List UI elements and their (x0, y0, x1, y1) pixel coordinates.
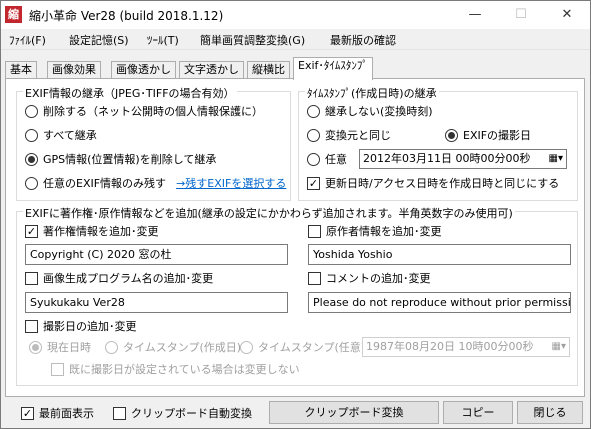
maximize-button: ☐ (515, 7, 527, 22)
timestamp-date-picker[interactable]: 2012年03月11日 00時00分00秒 ▦▾ (359, 149, 567, 169)
tab-basic[interactable]: 基本 (5, 61, 37, 79)
shoot-date-picker[interactable]: 1987年08月20日 10時00分00秒 ▦▾ (362, 337, 570, 357)
window-title: 縮小革命 Ver28 (build 2018.1.12) (29, 9, 224, 23)
tab-image-effect[interactable]: 画像効果 (47, 61, 101, 79)
copyright-input[interactable]: Copyright (C) 2020 窓の杜 (25, 244, 288, 265)
radio-circle (25, 104, 38, 118)
menu-file[interactable]: ﾌｧｲﾙ(F) (9, 32, 46, 48)
calendar-dropdown-icon[interactable]: ▦▾ (549, 152, 563, 166)
radio-no-inherit[interactable]: 継承しない(変換時刻) (307, 103, 433, 119)
app-icon: 縮 (5, 6, 22, 23)
software-checkbox[interactable]: 画像生成プログラム名の追加･変更 (25, 270, 213, 286)
clipboard-convert-button[interactable]: クリップボード変換 (269, 401, 439, 424)
tab-aspect-ratio[interactable]: 縦横比 (247, 61, 290, 79)
radio-delete-exif[interactable]: 削除する（ネット公開時の個人情報保護に） (25, 103, 263, 119)
shoot-date-checkbox[interactable]: 撮影日の追加･変更 (25, 318, 137, 334)
title-bar: 縮 縮小革命 Ver28 (build 2018.1.12) — ☐ ✕ (1, 1, 590, 29)
checkbox-checked: ✓ (21, 406, 34, 420)
main-window: 縮 縮小革命 Ver28 (build 2018.1.12) — ☐ ✕ ﾌｧｲ… (0, 0, 591, 429)
checkbox-checked: ✓ (307, 176, 320, 190)
tab-text-watermark[interactable]: 文字透かし (179, 61, 244, 79)
radio-circle (25, 176, 38, 190)
checkbox-unchecked (25, 319, 38, 333)
radio-now[interactable]: 現在日時 (29, 339, 91, 355)
radio-circle-selected (445, 128, 458, 142)
close-window-button[interactable]: ✕ (544, 1, 590, 29)
radio-ts-created[interactable]: タイムスタンプ(作成日) (105, 339, 241, 355)
shoot-date-value: 1987年08月20日 10時00分00秒 (366, 340, 534, 353)
radio-same-as-source[interactable]: 変換元と同じ (307, 127, 391, 143)
radio-arbitrary[interactable]: 任意 (307, 151, 347, 167)
timestamp-title: ﾀｲﾑｽﾀﾝﾌﾟ(作成日時)の継承 (305, 85, 439, 101)
minimize-button[interactable]: — (452, 1, 498, 29)
menu-update[interactable]: 最新版の確認 (330, 32, 396, 48)
menu-quality[interactable]: 簡単画質調整変換(G) (200, 32, 305, 48)
checkbox-unchecked (25, 271, 38, 285)
menu-tools[interactable]: ﾂｰﾙ(T) (147, 32, 179, 48)
tab-panel-exif: EXIF情報の継承（JPEG･TIFFの場合有効） 削除する（ネット公開時の個人… (5, 78, 585, 397)
author-checkbox[interactable]: 原作者情報を追加･変更 (308, 223, 442, 239)
sync-timestamps-checkbox[interactable]: ✓ 更新日時/アクセス日時を作成日時と同じにする (307, 175, 559, 191)
radio-circle (25, 128, 38, 142)
tab-image-watermark[interactable]: 画像透かし (111, 61, 176, 79)
menu-settings[interactable]: 設定記憶(S) (69, 32, 129, 48)
add-exif-group: EXIFに著作権･原作情報などを追加(継承の設定にかかわらず追加されます。半角英… (16, 205, 578, 386)
comment-checkbox[interactable]: コメントの追加･変更 (308, 270, 431, 286)
radio-inherit-all[interactable]: すべて継承 (25, 127, 97, 143)
radio-circle (307, 152, 320, 166)
radio-circle-selected-disabled (29, 340, 42, 354)
tab-strip: 基本 画像効果 画像透かし 文字透かし 縦横比 Exif･ﾀｲﾑｽﾀﾝﾌﾟ (5, 57, 585, 80)
software-input[interactable]: Syukukaku Ver28 (25, 292, 288, 313)
radio-circle-selected (25, 152, 38, 166)
menu-bar: ﾌｧｲﾙ(F) 設定記憶(S) ﾂｰﾙ(T) 簡単画質調整変換(G) 最新版の確… (1, 29, 590, 50)
radio-circle (307, 104, 320, 118)
tab-exif-timestamp[interactable]: Exif･ﾀｲﾑｽﾀﾝﾌﾟ (293, 57, 373, 80)
copy-button[interactable]: コピー (443, 401, 513, 424)
radio-circle-disabled (105, 340, 118, 354)
checkbox-unchecked (308, 224, 321, 238)
close-button[interactable]: 閉じる (517, 401, 583, 424)
radio-ts-arbitrary[interactable]: タイムスタンプ(任意) (240, 339, 365, 355)
comment-input[interactable]: Please do not reproduce without prior pe… (308, 292, 571, 313)
checkbox-unchecked (308, 271, 321, 285)
radio-remove-gps[interactable]: GPS情報(位置情報)を削除して継承 (25, 151, 216, 167)
checkbox-checked: ✓ (25, 224, 38, 238)
radio-exif-datetime[interactable]: EXIFの撮影日 (445, 127, 531, 143)
radio-circle (307, 128, 320, 142)
topmost-checkbox[interactable]: ✓ 最前面表示 (21, 405, 94, 421)
add-exif-title: EXIFに著作権･原作情報などを追加(継承の設定にかかわらず追加されます。半角英… (23, 205, 515, 221)
keep-existing-checkbox[interactable]: 既に撮影日が設定されている場合は変更しない (51, 361, 300, 377)
timestamp-group: ﾀｲﾑｽﾀﾝﾌﾟ(作成日時)の継承 継承しない(変換時刻) 変換元と同じ EXI… (298, 85, 578, 201)
radio-keep-selected[interactable]: 任意のEXIF情報のみ残す →残すEXIFを選択する (25, 175, 286, 191)
checkbox-unchecked (113, 406, 126, 420)
bottom-bar: ✓ 最前面表示 クリップボード自動変換 クリップボード変換 コピー 閉じる (1, 399, 590, 428)
radio-circle-disabled (240, 340, 253, 354)
copyright-checkbox[interactable]: ✓ 著作権情報を追加･変更 (25, 223, 159, 239)
timestamp-date-value: 2012年03月11日 00時00分00秒 (363, 152, 531, 165)
clipboard-auto-checkbox[interactable]: クリップボード自動変換 (113, 405, 252, 421)
calendar-dropdown-icon[interactable]: ▦▾ (552, 340, 566, 354)
select-exif-link[interactable]: →残すEXIFを選択する (176, 175, 286, 191)
exif-inherit-group: EXIF情報の継承（JPEG･TIFFの場合有効） 削除する（ネット公開時の個人… (16, 85, 291, 201)
checkbox-disabled (51, 362, 64, 376)
exif-inherit-title: EXIF情報の継承（JPEG･TIFFの場合有効） (23, 85, 237, 101)
author-input[interactable]: Yoshida Yoshio (308, 244, 571, 265)
